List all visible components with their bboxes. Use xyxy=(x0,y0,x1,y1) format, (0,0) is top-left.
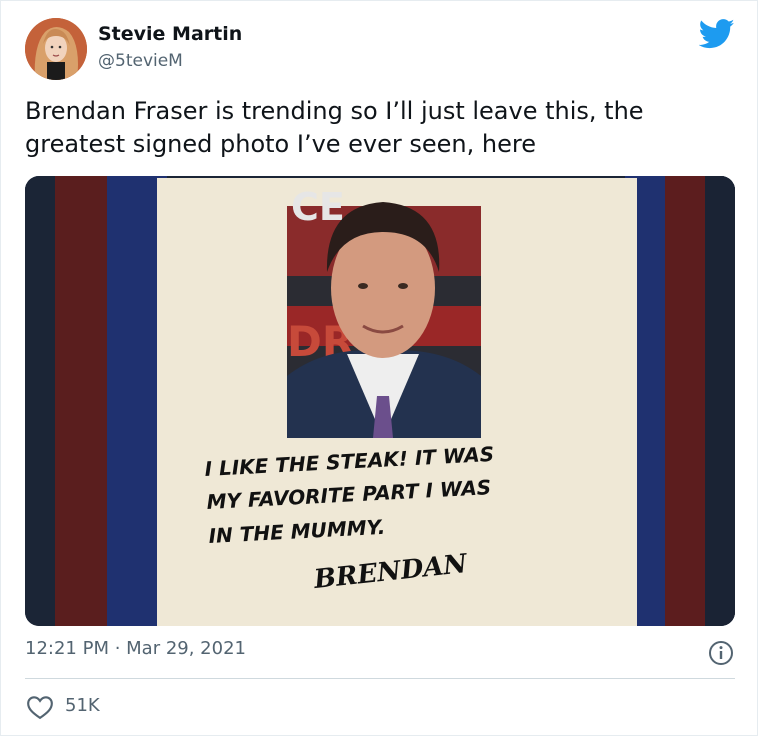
avatar[interactable] xyxy=(25,18,87,80)
user-handle[interactable]: @5tevieM xyxy=(98,51,183,71)
tweet-text: Brendan Fraser is trending so I’ll just … xyxy=(25,97,644,158)
backdrop-text-top: CE xyxy=(291,185,345,229)
tweet-timestamp[interactable]: 12:21 PM · Mar 29, 2021 xyxy=(25,638,246,659)
signed-photo-image: CE DR I LIKE THE STEAK! IT WAS MY FAVORI… xyxy=(25,176,735,626)
info-icon[interactable] xyxy=(707,639,735,667)
tweet-card: Stevie Martin @5tevieM Brendan Fraser is… xyxy=(0,0,758,736)
heart-icon[interactable] xyxy=(25,694,55,720)
divider xyxy=(25,678,735,679)
tweet-photo[interactable]: CE DR I LIKE THE STEAK! IT WAS MY FAVORI… xyxy=(25,176,735,626)
like-count: 51K xyxy=(65,695,100,716)
twitter-bird-icon[interactable] xyxy=(698,19,735,49)
avatar-image xyxy=(25,18,87,80)
display-name[interactable]: Stevie Martin xyxy=(98,23,242,45)
